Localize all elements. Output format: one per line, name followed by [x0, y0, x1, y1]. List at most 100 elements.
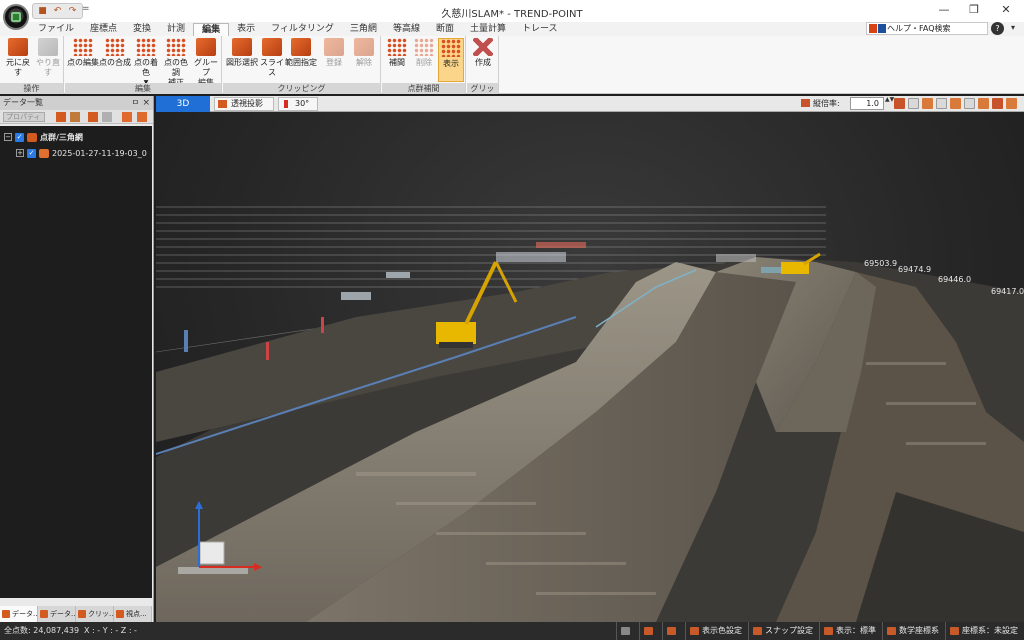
panel-toolbar: プロパティ: [0, 110, 153, 124]
home-view-icon[interactable]: [894, 98, 905, 109]
point-edit-button[interactable]: 点の編集: [67, 38, 99, 68]
group-edit-button[interactable]: グループ 編集: [191, 38, 221, 88]
interpolate-button[interactable]: 補間: [384, 38, 410, 68]
tab-viewpoint[interactable]: 視点...: [114, 606, 152, 622]
grid-coord-label: 69417.0: [991, 287, 1024, 296]
redo-button[interactable]: やり直す: [33, 38, 63, 78]
tab-transform[interactable]: 変換: [125, 23, 159, 36]
perspective-toggle[interactable]: 透視投影: [214, 97, 274, 111]
scale-spinner[interactable]: ▲▼: [885, 97, 894, 103]
tab-measure[interactable]: 計測: [159, 23, 193, 36]
delete-icon: [414, 38, 434, 56]
ribbon-group-clipping: 図形選択 スライス 範囲指定 登録 解除 クリッピング: [223, 36, 381, 94]
panel-option-icon[interactable]: [122, 112, 132, 122]
fov-selector[interactable]: 30°: [278, 97, 318, 111]
tab-view[interactable]: 表示: [229, 23, 263, 36]
export-icon[interactable]: [102, 112, 112, 122]
collapse-icon[interactable]: −: [4, 133, 12, 141]
point-color-button[interactable]: 点の着色 ▼: [131, 38, 161, 88]
vertical-scale-input[interactable]: 1.0: [850, 97, 884, 110]
help-button[interactable]: ?: [991, 22, 1004, 35]
tab-trace[interactable]: トレース: [514, 23, 566, 36]
range-specify-label: 範囲指定: [285, 58, 317, 67]
panel-settings-icon[interactable]: [137, 112, 147, 122]
minimize-button[interactable]: —: [928, 0, 960, 22]
range-specify-button[interactable]: 範囲指定: [285, 38, 317, 68]
expand-icon[interactable]: +: [16, 149, 24, 157]
maximize-button[interactable]: ❐: [958, 0, 990, 22]
display-icon: [441, 39, 461, 57]
view-3d-button[interactable]: 3D: [156, 96, 210, 112]
point-cloud-scene[interactable]: [156, 112, 1024, 622]
release-button[interactable]: 解除: [351, 38, 377, 68]
import-icon[interactable]: [88, 112, 98, 122]
color-correction-label-1: 点の色調: [164, 58, 188, 77]
camera-icon[interactable]: [616, 622, 639, 640]
color-correction-button[interactable]: 点の色調 補正: [161, 38, 191, 88]
tab-contour[interactable]: 等高線: [385, 23, 428, 36]
grid-coord-label: 69474.9: [898, 265, 932, 274]
point-add-icon[interactable]: [56, 112, 66, 122]
display-mode-button[interactable]: 表示：標準: [819, 622, 882, 640]
display-interpolation-button[interactable]: 表示: [438, 38, 464, 82]
snap-settings-button[interactable]: スナップ設定: [748, 622, 819, 640]
math-coordinate-system-button[interactable]: 数学座標系: [882, 622, 945, 640]
shape-select-button[interactable]: 図形選択: [225, 38, 259, 68]
pin-view-icon[interactable]: [992, 98, 1003, 109]
tab-filtering[interactable]: フィルタリング: [263, 23, 342, 36]
display-color-settings-button[interactable]: 表示色設定: [685, 622, 748, 640]
tool-view-icon[interactable]: [1006, 98, 1017, 109]
top-view-icon[interactable]: [908, 98, 919, 109]
home-icon[interactable]: [662, 622, 685, 640]
window-title: 久慈川SLAM* - TREND-POINT: [441, 9, 583, 20]
shape-select-label: 図形選択: [226, 58, 258, 67]
properties-button[interactable]: プロパティ: [3, 112, 45, 122]
undo-button[interactable]: 元に戻す: [3, 38, 33, 78]
tab-file[interactable]: ファイル: [30, 23, 82, 36]
point-edit-label: 点の編集: [67, 58, 99, 67]
tab-earthwork[interactable]: 土量計算: [462, 23, 514, 36]
delete-interpolation-button[interactable]: 削除: [411, 38, 437, 68]
viewport-3d[interactable]: 69503.9 69474.9 69446.0 69417.0: [156, 112, 1024, 622]
help-search-label: ヘルプ・FAQ検索: [887, 24, 951, 33]
tab-edit[interactable]: 編集: [193, 23, 230, 36]
interpolate-icon: [387, 38, 407, 56]
tab-coordinate-points[interactable]: 座標点: [82, 23, 125, 36]
back-view-icon[interactable]: [936, 98, 947, 109]
left-view-icon[interactable]: [950, 98, 961, 109]
tree-node-label: 2025-01-27-11-19-03_0: [52, 148, 147, 158]
bottom-view-icon[interactable]: [978, 98, 989, 109]
undo-icon: [8, 38, 28, 56]
ribbon-group-edit: 点の編集 点の合成 点の着色 ▼ 点の色調 補正 グループ 編集 編集: [65, 36, 222, 94]
light-icon[interactable]: [639, 622, 662, 640]
visibility-checkbox[interactable]: ✓: [27, 148, 36, 158]
tab-triangulation[interactable]: 三角網: [342, 23, 385, 36]
coordinate-system-button[interactable]: 座標系：未設定: [945, 622, 1024, 640]
panel-close-icon[interactable]: ×: [142, 96, 150, 110]
help-search-box[interactable]: ヘルプ・FAQ検索: [866, 22, 988, 35]
grid-create-button[interactable]: 作成: [470, 38, 496, 68]
point-count: 全点数: 24,087,439: [4, 626, 80, 635]
tab-cross-section[interactable]: 断面: [428, 23, 462, 36]
pin-icon[interactable]: ㅁ: [132, 96, 139, 110]
visibility-checkbox[interactable]: ✓: [15, 132, 24, 142]
slice-button[interactable]: スライス: [259, 38, 285, 78]
right-view-icon[interactable]: [964, 98, 975, 109]
register-button[interactable]: 登録: [321, 38, 347, 68]
tree-node-dataset[interactable]: + ✓ 2025-01-27-11-19-03_0: [16, 146, 147, 160]
search-icon: [878, 24, 886, 33]
tree-node-pointcloud-group[interactable]: − ✓ 点群/三角網: [4, 130, 83, 144]
tab-data-props[interactable]: データ...: [38, 606, 76, 622]
chevron-down-icon[interactable]: ▾: [1011, 23, 1015, 32]
tab-clipping[interactable]: クリッ...: [76, 606, 114, 622]
app-logo[interactable]: [3, 4, 29, 30]
close-button[interactable]: ✕: [990, 0, 1022, 22]
delete-label: 削除: [416, 58, 432, 67]
point-merge-button[interactable]: 点の合成: [99, 38, 131, 68]
edit-pen-icon[interactable]: [70, 112, 80, 122]
tab-data-list[interactable]: データ...: [0, 606, 38, 622]
front-view-icon[interactable]: [922, 98, 933, 109]
group-label-operation: 操作: [0, 83, 63, 94]
group-label-point-interpolation: 点群補間: [382, 83, 465, 94]
vertical-scale-label: 縦倍率:: [801, 98, 840, 109]
